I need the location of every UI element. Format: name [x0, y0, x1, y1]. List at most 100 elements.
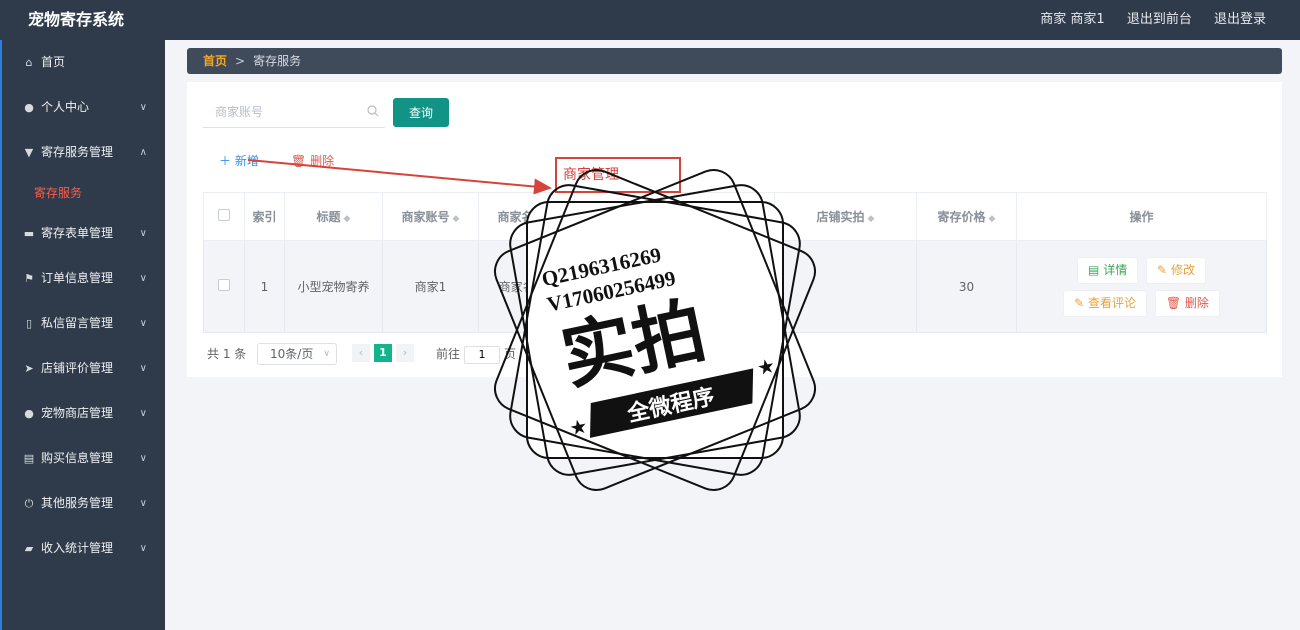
sidebar-item-service-manage[interactable]: ▼ 寄存服务管理 ∧ — [2, 130, 165, 175]
watermark-sub-text: 全微程序 — [624, 383, 716, 427]
goto-page-input[interactable] — [464, 345, 501, 364]
pencil-icon: ✎ — [1157, 262, 1168, 277]
chevron-down-icon: ∨ — [139, 543, 147, 554]
sidebar-item-order-manage[interactable]: ⚑ 订单信息管理 ∨ — [2, 256, 165, 301]
sidebar-item-label: 购买信息管理 — [41, 451, 114, 465]
sidebar-item-label: 私信留言管理 — [41, 316, 114, 330]
edit-button[interactable]: ✎ 修改 — [1146, 256, 1206, 284]
main-panel: 查询 ＋ 新增 🗑 删除 索引 标题◆ 商家账号◆ 商家名称◆ 联系方式◆ 店铺… — [187, 82, 1282, 377]
chevron-down-icon: ∨ — [139, 318, 147, 329]
cell-photo — [774, 240, 917, 333]
pagination: 共 1 条 10条/页∨ ‹ 1 › 前往页 — [207, 343, 516, 365]
message-icon: ▯ — [25, 317, 33, 330]
next-page-button[interactable]: › — [396, 344, 414, 362]
current-page-button[interactable]: 1 — [374, 344, 392, 362]
chevron-down-icon: ∨ — [139, 273, 147, 284]
cell-index: 1 — [244, 240, 285, 333]
sidebar-item-label: 寄存表单管理 — [41, 226, 114, 240]
sidebar-item-label: 首页 — [41, 55, 66, 69]
cell-title: 小型宠物寄养 — [284, 240, 383, 333]
add-button-label: 新增 — [234, 154, 259, 168]
chevron-down-icon: ∨ — [323, 349, 330, 359]
sidebar-item-home[interactable]: ⌂ 首页 — [2, 40, 165, 85]
sort-icon: ◆ — [452, 214, 460, 224]
sidebar-item-label: 收入统计管理 — [41, 541, 114, 555]
chevron-down-icon: ∨ — [139, 498, 147, 509]
batch-delete-button[interactable]: 🗑 删除 — [291, 152, 334, 169]
sort-icon: ◆ — [988, 214, 996, 224]
flag-icon: ⚑ — [24, 272, 34, 285]
clipboard-icon: ▤ — [23, 452, 35, 465]
view-reviews-button[interactable]: ✎ 查看评论 — [1063, 289, 1147, 317]
sidebar-item-profile[interactable]: ● 个人中心 ∨ — [2, 85, 165, 130]
column-header-photo[interactable]: 店铺实拍 ◆ — [774, 192, 917, 241]
bulb-icon: ● — [24, 407, 34, 420]
top-bar-actions: 商家 商家1 退出到前台 退出登录 — [1022, 0, 1266, 40]
app-title: 宠物寄存系统 — [28, 10, 125, 29]
sidebar: ⌂ 首页 ● 个人中心 ∨ ▼ 寄存服务管理 ∧ 寄存服务 ▬ 寄存表单管理 ∨ ⚑ 订单… — [0, 40, 165, 630]
sidebar-subitem-service[interactable]: 寄存服务 — [2, 175, 165, 211]
sidebar-item-label: 宠物商店管理 — [41, 406, 114, 420]
sidebar-item-label: 订单信息管理 — [41, 271, 114, 285]
column-header-title[interactable]: 标题 ◆ — [284, 192, 383, 241]
row-delete-button[interactable]: 🗑 删除 — [1154, 289, 1220, 317]
trash-icon: 🗑 — [291, 154, 307, 168]
column-header-address[interactable]: 店铺地址 ◆ — [674, 192, 775, 241]
briefcase-icon: ▰ — [24, 542, 34, 555]
breadcrumb-separator: > — [235, 54, 246, 68]
add-button[interactable]: ＋ 新增 — [219, 152, 259, 169]
home-icon: ⌂ — [25, 56, 33, 69]
row-checkbox[interactable] — [218, 279, 230, 291]
sidebar-item-message-manage[interactable]: ▯ 私信留言管理 ∨ — [2, 301, 165, 346]
sidebar-item-label: 寄存服务管理 — [41, 145, 114, 159]
sidebar-item-income-stats[interactable]: ▰ 收入统计管理 ∨ — [2, 526, 165, 571]
column-header-ops: 操作 — [1016, 192, 1267, 241]
logout-link[interactable]: 退出登录 — [1214, 12, 1266, 27]
search-icon — [367, 105, 379, 117]
chevron-down-icon: ∨ — [139, 363, 147, 374]
trash-icon: 🗑 — [1165, 295, 1182, 310]
row-select-cell — [203, 240, 245, 333]
cell-phone: 13823888888 — [574, 240, 675, 333]
cell-address: 店铺地址1 — [674, 240, 775, 333]
cell-account: 商家1 — [382, 240, 479, 333]
chevron-down-icon: ∨ — [139, 408, 147, 419]
goto-page: 前往页 — [436, 344, 516, 364]
batch-delete-label: 删除 — [310, 154, 335, 168]
plus-icon: ＋ — [219, 154, 232, 168]
sidebar-item-other-service[interactable]: ⏻ 其他服务管理 ∨ — [2, 481, 165, 526]
breadcrumb-home[interactable]: 首页 — [203, 54, 227, 68]
query-button[interactable]: 查询 — [393, 98, 449, 127]
data-table: 索引 标题 ◆ 商家账号 ◆ 商家名称 ◆ 联系方式 ◆ 店铺地址 ◆ 店铺实拍 ◆ 寄存价… — [203, 192, 1267, 333]
page-size-select[interactable]: 10条/页 ∨ — [257, 343, 337, 365]
sort-icon: ◆ — [646, 214, 654, 224]
user-icon: ● — [24, 101, 34, 114]
back-to-front-link[interactable]: 退出到前台 — [1127, 12, 1192, 27]
star-icon: ★ — [567, 413, 590, 440]
detail-button[interactable]: ▤ 详情 — [1077, 256, 1139, 284]
sidebar-item-shop-manage[interactable]: ● 宠物商店管理 ∨ — [2, 391, 165, 436]
column-header-index: 索引 — [244, 192, 285, 241]
sidebar-item-review-manage[interactable]: ➤ 店铺评价管理 ∨ — [2, 346, 165, 391]
prev-page-button[interactable]: ‹ — [352, 344, 370, 362]
form-icon: ▬ — [23, 227, 35, 240]
select-all-checkbox[interactable] — [218, 209, 230, 221]
sidebar-item-label: 其他服务管理 — [41, 496, 114, 510]
table-header-row: 索引 标题 ◆ 商家账号 ◆ 商家名称 ◆ 联系方式 ◆ 店铺地址 ◆ 店铺实拍 ◆ 寄存价… — [203, 192, 1267, 241]
sidebar-item-purchase-manage[interactable]: ▤ 购买信息管理 ∨ — [2, 436, 165, 481]
sidebar-item-form-manage[interactable]: ▬ 寄存表单管理 ∨ — [2, 211, 165, 256]
chevron-down-icon: ∨ — [139, 228, 147, 239]
top-bar: 宠物寄存系统 商家 商家1 退出到前台 退出登录 — [0, 0, 1300, 40]
column-header-price[interactable]: 寄存价格 ◆ — [916, 192, 1017, 241]
sidebar-item-label: 店铺评价管理 — [41, 361, 114, 375]
chevron-down-icon: ∨ — [139, 102, 147, 113]
search-input[interactable] — [203, 98, 353, 126]
sort-icon: ◆ — [548, 214, 556, 224]
column-header-name[interactable]: 商家名称 ◆ — [478, 192, 575, 241]
column-header-phone[interactable]: 联系方式 ◆ — [574, 192, 675, 241]
cell-ops: ▤ 详情 ✎ 修改 ✎ 查看评论 🗑 删除 — [1016, 240, 1267, 333]
table-row: 1 小型宠物寄养 商家1 商家名称1 13823888888 店铺地址1 30 … — [203, 240, 1267, 333]
annotation-label-box: 商家管理 — [555, 157, 681, 193]
column-header-account[interactable]: 商家账号 ◆ — [382, 192, 479, 241]
current-user: 商家 商家1 — [1040, 12, 1105, 27]
